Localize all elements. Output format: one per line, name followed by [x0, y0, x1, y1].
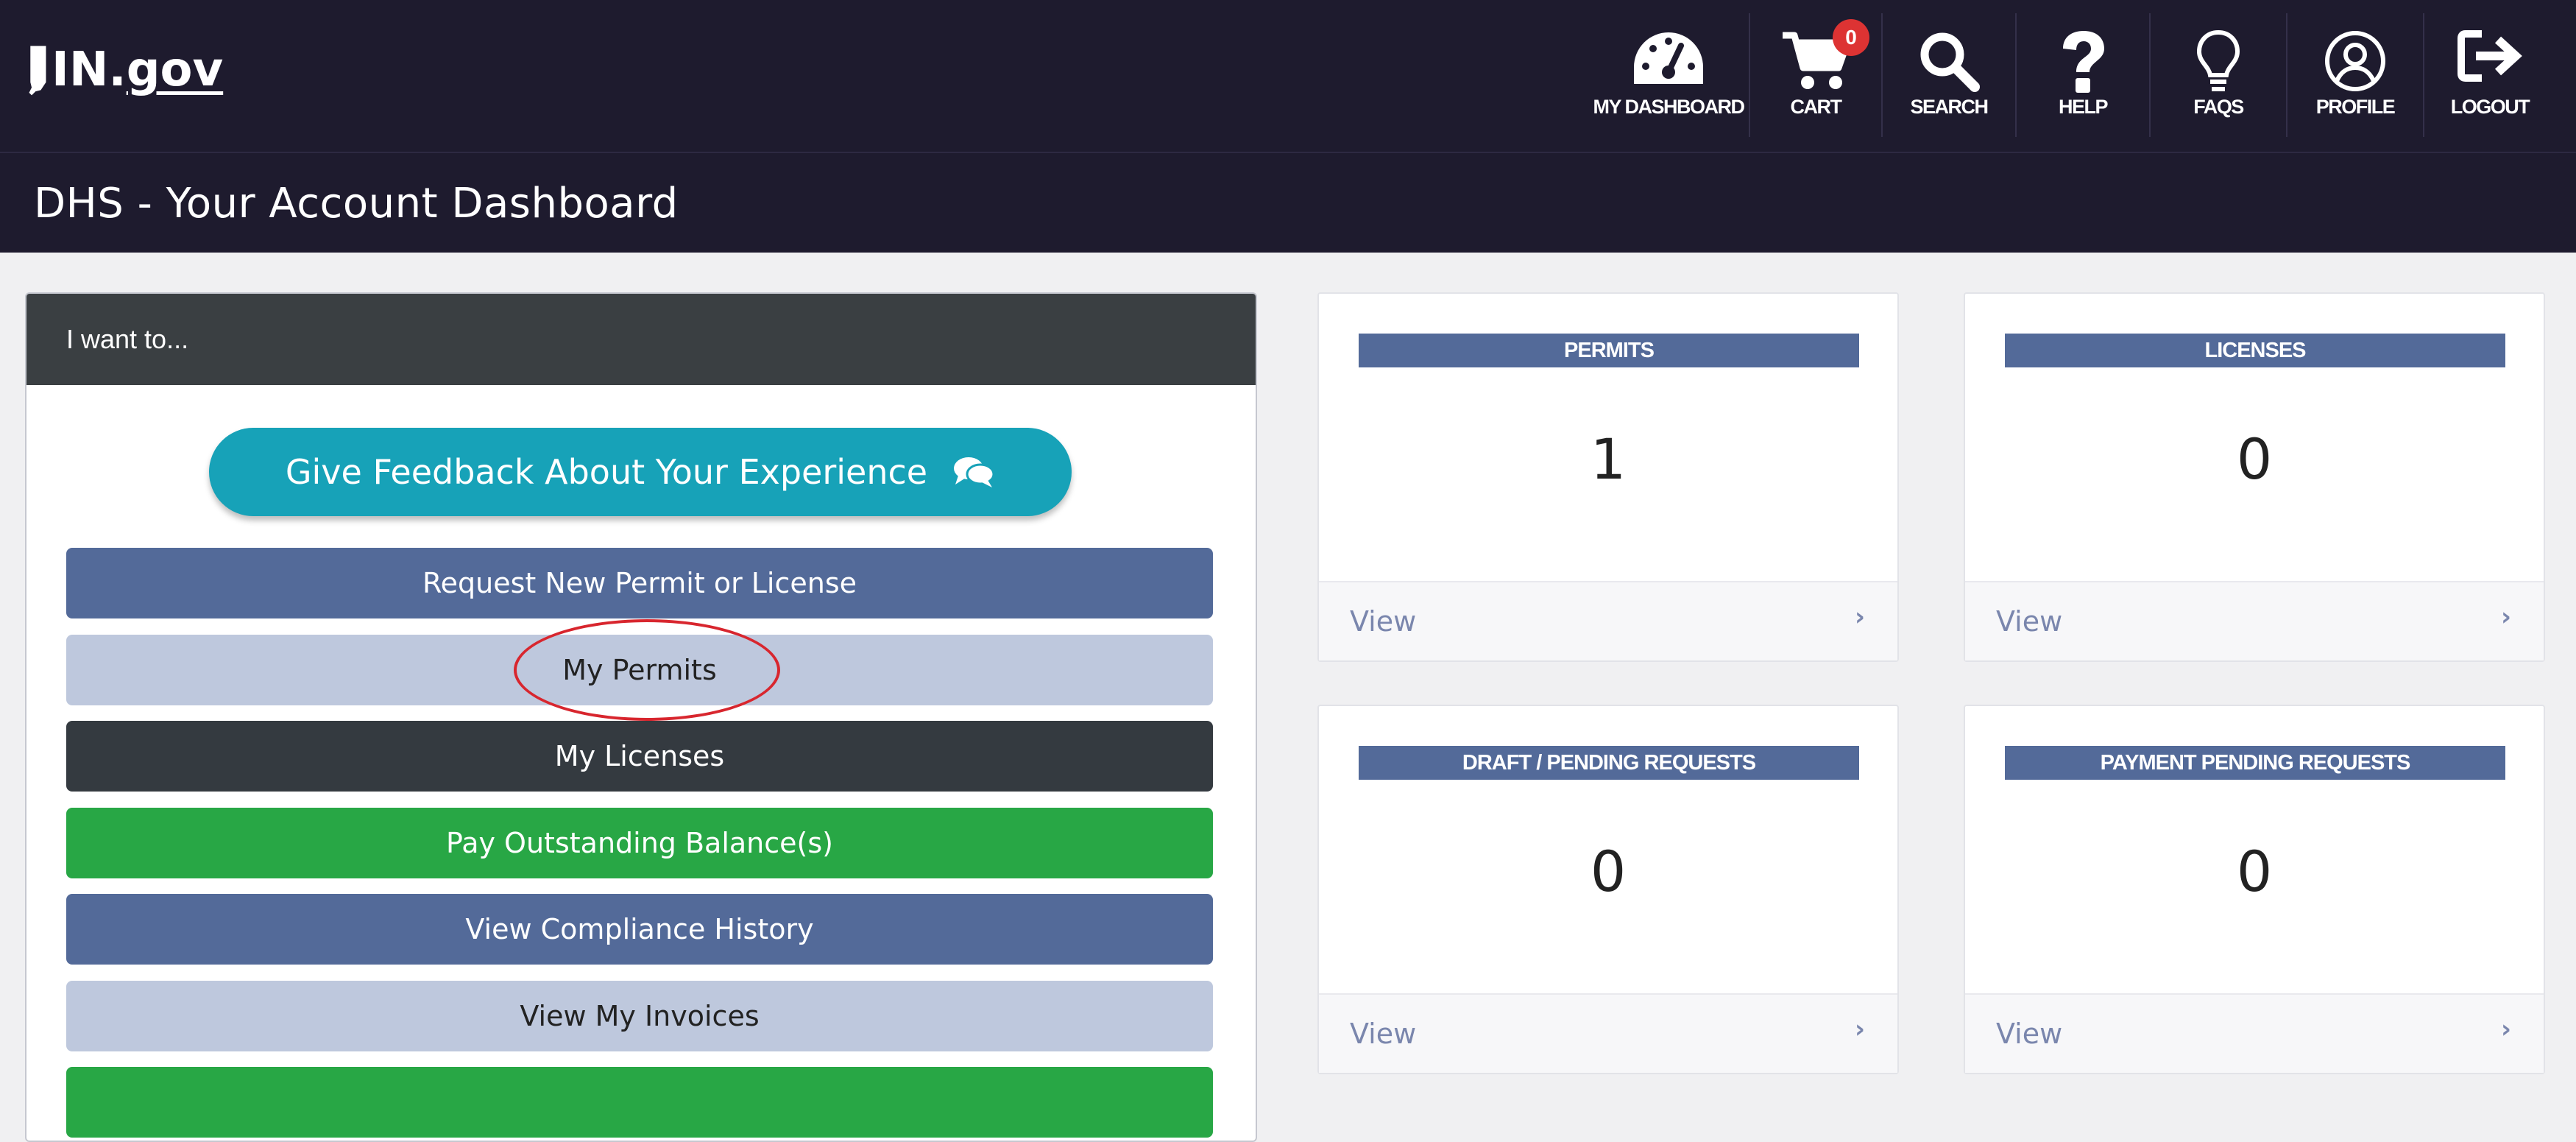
- nav-cart[interactable]: 0 CART: [1750, 0, 1881, 152]
- user-circle-icon: [2325, 31, 2385, 91]
- view-my-invoices-button[interactable]: View My Invoices: [66, 981, 1213, 1051]
- view-label: View: [1996, 605, 2063, 638]
- lightbulb-icon: [2196, 29, 2240, 91]
- give-feedback-button[interactable]: Give Feedback About Your Experience: [209, 428, 1072, 516]
- action-label: My Licenses: [554, 740, 725, 772]
- view-label: View: [1350, 605, 1417, 638]
- card-view-link[interactable]: View ›: [1319, 581, 1897, 660]
- card-title: PERMITS: [1359, 334, 1859, 367]
- chevron-right-icon: ›: [2500, 602, 2511, 632]
- chevron-right-icon: ›: [1854, 1015, 1865, 1044]
- question-icon: [2063, 31, 2104, 93]
- feedback-label: Give Feedback About Your Experience: [285, 452, 928, 492]
- logout-icon: [2458, 30, 2522, 82]
- search-icon: [1920, 32, 1980, 92]
- action-label: View Compliance History: [465, 913, 814, 945]
- view-compliance-history-button[interactable]: View Compliance History: [66, 894, 1213, 965]
- nav-profile[interactable]: PROFILE: [2287, 0, 2423, 152]
- card-view-link[interactable]: View ›: [1319, 993, 1897, 1073]
- cart-count-badge: 0: [1833, 19, 1869, 56]
- nav-search[interactable]: SEARCH: [1883, 0, 2015, 152]
- nav-label: SEARCH: [1910, 96, 1989, 118]
- nav-help[interactable]: HELP: [2017, 0, 2149, 152]
- pay-outstanding-balance-button[interactable]: Pay Outstanding Balance(s): [66, 808, 1213, 878]
- card-title: PAYMENT PENDING REQUESTS: [2005, 746, 2505, 780]
- nav-label: PROFILE: [2315, 96, 2396, 118]
- action-label: View My Invoices: [520, 1000, 760, 1032]
- my-permits-button[interactable]: My Permits: [66, 635, 1213, 705]
- nav-label: LOGOUT: [2450, 96, 2530, 118]
- licenses-card: LICENSES 0 View ›: [1964, 292, 2545, 662]
- action-label: My Permits: [562, 654, 717, 686]
- logo-text-prefix: IN.: [52, 43, 127, 97]
- card-value: 1: [1590, 426, 1627, 492]
- payment-pending-requests-card: PAYMENT PENDING REQUESTS 0 View ›: [1964, 705, 2545, 1074]
- nav-faqs[interactable]: FAQS: [2151, 0, 2286, 152]
- card-title: LICENSES: [2005, 334, 2505, 367]
- nav-label: HELP: [2058, 96, 2109, 118]
- page-header: DHS - Your Account Dashboard: [0, 152, 2576, 253]
- nav-my-dashboard[interactable]: MY DASHBOARD: [1588, 0, 1749, 152]
- my-licenses-button[interactable]: My Licenses: [66, 721, 1213, 792]
- state-outline-icon: [29, 46, 46, 96]
- nav-label: CART: [1790, 96, 1843, 118]
- nav-label: MY DASHBOARD: [1593, 96, 1745, 118]
- card-title: DRAFT / PENDING REQUESTS: [1359, 746, 1859, 780]
- card-view-link[interactable]: View ›: [1965, 581, 2544, 660]
- card-value: 0: [1590, 839, 1627, 904]
- partial-green-action-button[interactable]: [66, 1067, 1213, 1138]
- page-title: DHS - Your Account Dashboard: [34, 180, 679, 228]
- action-label: Pay Outstanding Balance(s): [446, 827, 833, 859]
- chat-bubbles-icon: [954, 457, 995, 487]
- top-navbar: IN.gov MY DASHBOARD 0 CART SEARCH HELP F…: [0, 0, 2576, 152]
- in-gov-logo[interactable]: IN.gov: [26, 37, 223, 103]
- nav-logout[interactable]: LOGOUT: [2424, 0, 2555, 152]
- i-want-to-panel: I want to... Give Feedback About Your Ex…: [25, 292, 1257, 1142]
- permits-card: PERMITS 1 View ›: [1317, 292, 1899, 662]
- request-new-permit-button[interactable]: Request New Permit or License: [66, 548, 1213, 618]
- view-label: View: [1350, 1018, 1417, 1050]
- logo-text-suffix: gov: [126, 43, 224, 97]
- card-view-link[interactable]: View ›: [1965, 993, 2544, 1073]
- card-value: 0: [2236, 426, 2273, 492]
- main-nav: MY DASHBOARD 0 CART SEARCH HELP FAQS PRO…: [1588, 0, 2555, 152]
- chevron-right-icon: ›: [1854, 602, 1865, 632]
- card-value: 0: [2236, 839, 2273, 904]
- nav-label: FAQS: [2193, 96, 2244, 118]
- draft-pending-requests-card: DRAFT / PENDING REQUESTS 0 View ›: [1317, 705, 1899, 1074]
- chevron-right-icon: ›: [2500, 1015, 2511, 1044]
- panel-heading: I want to...: [26, 294, 1256, 385]
- view-label: View: [1996, 1018, 2063, 1050]
- dashboard-gauge-icon: [1634, 32, 1703, 84]
- action-label: Request New Permit or License: [422, 567, 857, 599]
